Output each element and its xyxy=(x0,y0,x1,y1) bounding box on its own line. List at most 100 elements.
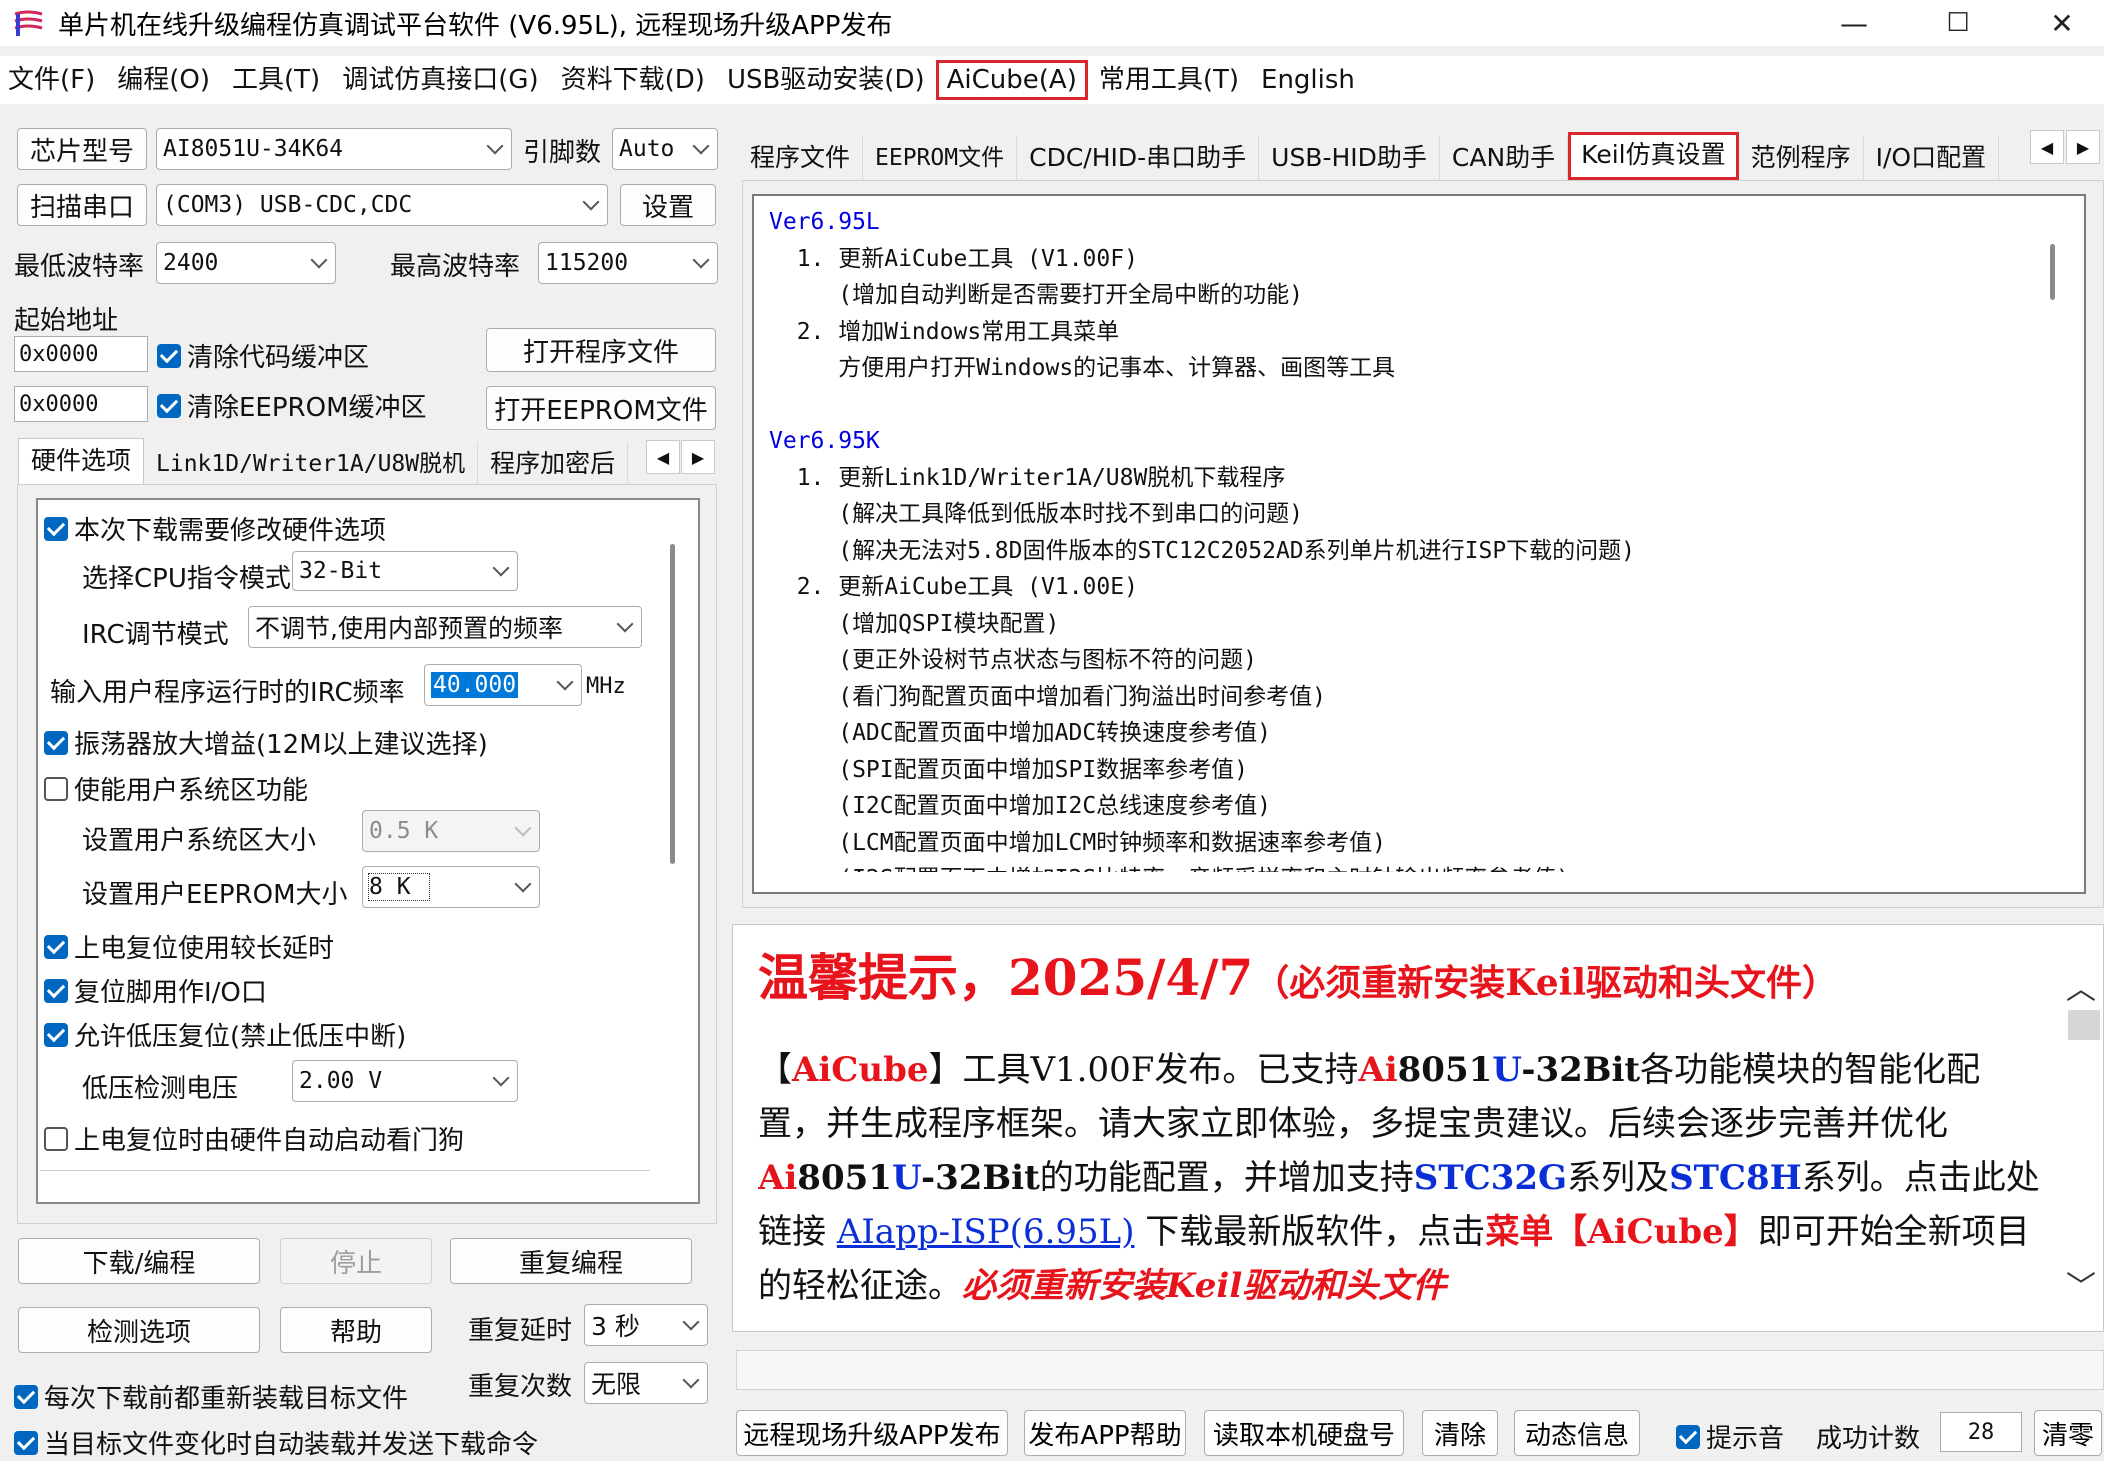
menu-aicube[interactable]: AiCube(A) xyxy=(935,60,1088,100)
port-settings-button[interactable]: 设置 xyxy=(620,184,716,226)
irc-mode-select[interactable]: 不调节,使用内部预置的频率 xyxy=(248,606,642,648)
tab-scroll-right-icon[interactable]: ▶ xyxy=(681,440,715,474)
checkbox-checked-icon xyxy=(44,1022,68,1047)
tab-program-file[interactable]: 程序文件 xyxy=(738,136,864,180)
download-link[interactable]: AIapp-ISP(6.95L) xyxy=(837,1212,1135,1252)
release-note-line: (增加QSPI模块配置) xyxy=(769,610,1060,637)
low-voltage-reset-checkbox[interactable]: 允许低压复位(禁止低压中断) xyxy=(44,1016,406,1053)
pins-label: 引脚数 xyxy=(523,138,602,168)
tab-scroll-left-icon[interactable]: ◀ xyxy=(646,440,680,474)
publish-help-button[interactable]: 发布APP帮助 xyxy=(1024,1410,1186,1456)
eeprom-size-value: 8 K xyxy=(368,873,430,901)
auto-load-checkbox[interactable]: 当目标文件变化时自动装载并发送下载命令 xyxy=(14,1424,538,1461)
low-voltage-select[interactable]: 2.00 V xyxy=(292,1060,518,1102)
tab-can[interactable]: CAN助手 xyxy=(1439,136,1569,180)
chevron-down-icon xyxy=(514,875,532,893)
help-button[interactable]: 帮助 xyxy=(280,1307,432,1353)
tip-bracket: 】 xyxy=(1723,1212,1758,1252)
release-note-line: (SPI配置页面中增加SPI数据率参考值) xyxy=(769,756,1249,783)
tab-keil-settings[interactable]: Keil仿真设置 xyxy=(1568,132,1739,180)
menu-tools[interactable]: 工具(T) xyxy=(221,60,331,100)
scroll-up-icon[interactable]: ︿ xyxy=(2066,964,2096,1008)
close-button[interactable]: ✕ xyxy=(2012,0,2104,46)
eeprom-size-select[interactable]: 8 K xyxy=(362,866,540,908)
pins-select[interactable]: Auto xyxy=(612,128,718,170)
repeat-count-select[interactable]: 无限 xyxy=(584,1362,708,1404)
oscillator-gain-checkbox[interactable]: 振荡器放大增益(12M以上建议选择) xyxy=(44,724,488,761)
modify-hardware-checkbox[interactable]: 本次下载需要修改硬件选项 xyxy=(44,510,386,547)
max-baud-select[interactable]: 115200 xyxy=(538,242,718,284)
tip-scrollbar-thumb[interactable] xyxy=(2068,1010,2100,1040)
clear-code-buffer-checkbox[interactable]: 清除代码缓冲区 xyxy=(157,337,369,374)
repeat-delay-select[interactable]: 3 秒 xyxy=(584,1304,708,1346)
tip-heading-text: 温馨提示，2025/4/7 xyxy=(758,948,1254,1007)
watchdog-label: 上电复位时由硬件自动启动看门狗 xyxy=(74,1126,465,1156)
menu-common-tools[interactable]: 常用工具(T) xyxy=(1088,60,1250,100)
tab-cdc-hid-serial[interactable]: CDC/HID-串口助手 xyxy=(1017,136,1260,180)
menu-debug-interface[interactable]: 调试仿真接口(G) xyxy=(331,60,549,100)
chevron-down-icon xyxy=(692,251,710,269)
eeprom-address-input[interactable]: 0x0000 xyxy=(14,386,148,422)
right-tab-scroll-left-icon[interactable]: ◀ xyxy=(2030,130,2064,164)
irc-frequency-value: 40.000 xyxy=(431,672,519,698)
open-eeprom-file-button[interactable]: 打开EEPROM文件 xyxy=(486,386,716,430)
minimize-button[interactable]: — xyxy=(1804,0,1904,46)
right-tab-scroll-right-icon[interactable]: ▶ xyxy=(2066,130,2100,164)
tab-io-config[interactable]: I/O口配置 xyxy=(1863,136,2000,180)
clear-eeprom-buffer-checkbox[interactable]: 清除EEPROM缓冲区 xyxy=(157,387,427,424)
read-disk-id-button[interactable]: 读取本机硬盘号 xyxy=(1204,1410,1404,1456)
scroll-down-icon[interactable]: ﹀ xyxy=(2066,1262,2096,1306)
watchdog-checkbox[interactable]: 上电复位时由硬件自动启动看门狗 xyxy=(44,1120,464,1157)
tab-eeprom-file[interactable]: EEPROM文件 xyxy=(863,136,1018,180)
publish-app-button[interactable]: 远程现场升级APP发布 xyxy=(736,1410,1008,1456)
beep-checkbox[interactable]: 提示音 xyxy=(1676,1418,1784,1455)
tab-examples[interactable]: 范例程序 xyxy=(1738,136,1864,180)
system-area-size-select[interactable]: 0.5 K xyxy=(362,810,540,852)
menu-english[interactable]: English xyxy=(1250,60,1366,100)
reset-pin-io-checkbox[interactable]: 复位脚用作I/O口 xyxy=(44,972,267,1009)
menu-program[interactable]: 编程(O) xyxy=(106,60,221,100)
code-address-input[interactable]: 0x0000 xyxy=(14,336,148,372)
tip-32bit: -32Bit xyxy=(1521,1050,1641,1090)
release-note-line: (LCM配置页面中增加LCM时钟频率和数据速率参考值) xyxy=(769,829,1387,856)
release-note-line: 2. 更新AiCube工具 (V1.00E) xyxy=(769,574,1138,600)
release-note-line: 2. 增加Windows常用工具菜单 xyxy=(769,318,1120,345)
chip-model-button[interactable]: 芯片型号 xyxy=(17,128,147,170)
system-area-checkbox[interactable]: 使能用户系统区功能 xyxy=(44,770,308,807)
open-program-file-button[interactable]: 打开程序文件 xyxy=(486,328,716,372)
dynamic-info-button[interactable]: 动态信息 xyxy=(1514,1410,1640,1456)
download-button[interactable]: 下载/编程 xyxy=(18,1238,260,1284)
port-select[interactable]: (COM3) USB-CDC,CDC xyxy=(156,184,608,226)
tip-heading: 温馨提示，2025/4/7（必须重新安装Keil驱动和头文件） xyxy=(758,938,2048,1023)
release-note-line: (更正外设树节点状态与图标不符的问题) xyxy=(769,647,1257,673)
low-voltage-value: 2.00 V xyxy=(299,1068,383,1094)
chip-model-select[interactable]: AI8051U-34K64 xyxy=(156,128,512,170)
reload-before-download-checkbox[interactable]: 每次下载前都重新装载目标文件 xyxy=(14,1378,408,1415)
irc-mode-label: IRC调节模式 xyxy=(82,620,229,650)
clear-button[interactable]: 清除 xyxy=(1422,1410,1498,1456)
main-window: 单片机在线升级编程仿真调试平台软件 (V6.95L), 远程现场升级APP发布 … xyxy=(0,0,2104,1461)
tab-hardware-options[interactable]: 硬件选项 xyxy=(18,438,145,486)
chevron-down-icon xyxy=(310,251,328,269)
tab-program-encryption[interactable]: 程序加密后 xyxy=(478,442,629,486)
long-delay-checkbox[interactable]: 上电复位使用较长延时 xyxy=(44,928,334,965)
release-notes-viewport: Ver6.95L 1. 更新AiCube工具 (V1.00F) (增加自动判断是… xyxy=(760,202,2032,872)
min-baud-select[interactable]: 2400 xyxy=(156,242,336,284)
repeat-program-button[interactable]: 重复编程 xyxy=(450,1238,692,1284)
reset-count-button[interactable]: 清零 xyxy=(2034,1410,2102,1456)
tab-offline-writer[interactable]: Link1D/Writer1A/U8W脱机 xyxy=(144,442,479,486)
cpu-mode-select[interactable]: 32-Bit xyxy=(292,551,518,591)
irc-frequency-select[interactable]: 40.000 xyxy=(424,664,582,706)
tab-usb-hid[interactable]: USB-HID助手 xyxy=(1259,136,1440,180)
menu-file[interactable]: 文件(F) xyxy=(0,60,106,100)
menu-usb-driver[interactable]: USB驱动安装(D) xyxy=(716,60,936,100)
clear-eeprom-buffer-label: 清除EEPROM缓冲区 xyxy=(187,393,427,423)
release-notes-scrollbar[interactable] xyxy=(2050,244,2055,300)
maximize-button[interactable]: ☐ xyxy=(1908,0,2008,46)
check-options-button[interactable]: 检测选项 xyxy=(18,1307,260,1353)
menu-downloads[interactable]: 资料下载(D) xyxy=(550,60,716,100)
scan-port-button[interactable]: 扫描串口 xyxy=(17,184,147,226)
checkbox-checked-icon xyxy=(44,978,68,1003)
stop-button[interactable]: 停止 xyxy=(280,1238,432,1284)
hardware-scrollbar[interactable] xyxy=(670,544,675,864)
